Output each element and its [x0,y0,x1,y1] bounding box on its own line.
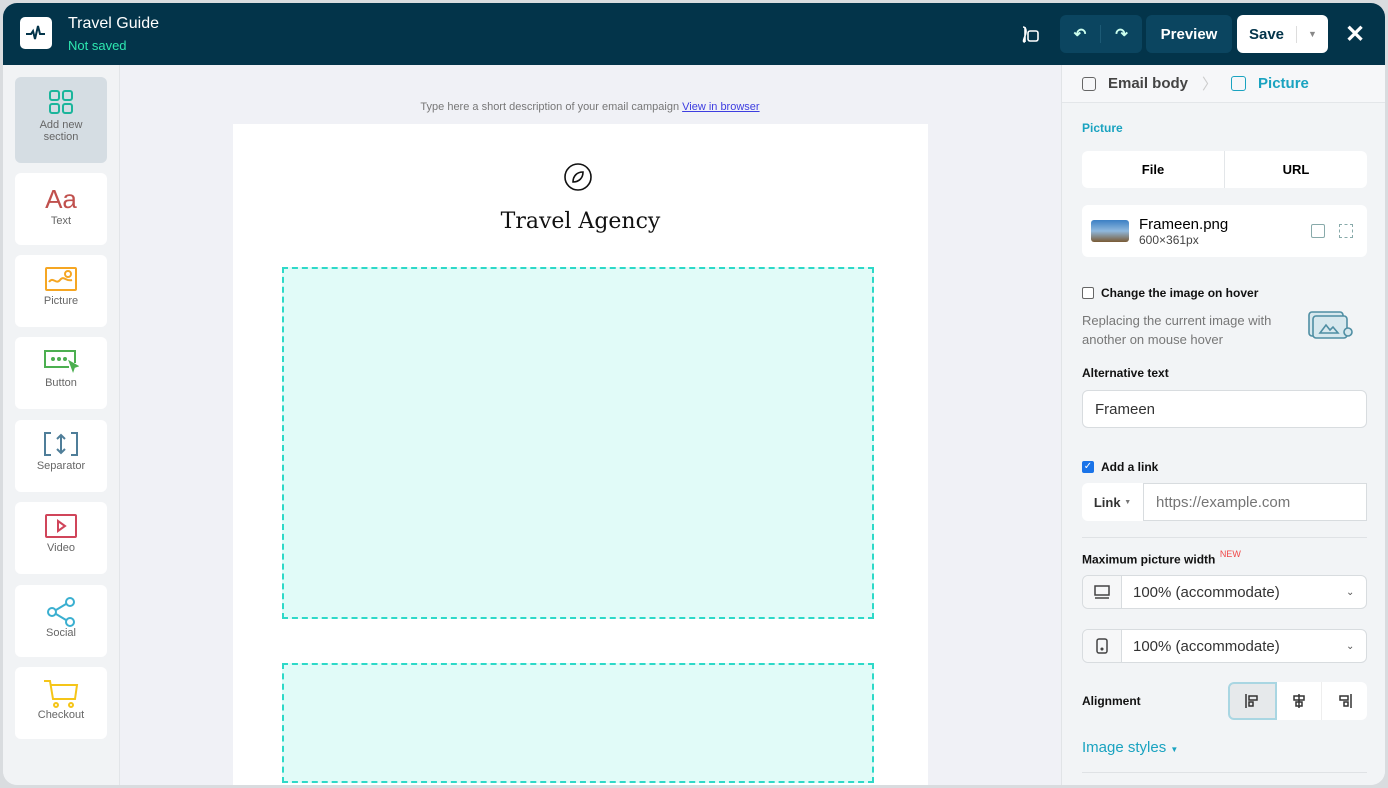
save-group: Save ▼ [1237,15,1328,53]
picture-tool[interactable]: Picture [15,255,107,327]
save-status: Not saved [68,38,127,53]
alignment-group [1228,682,1367,720]
alt-text-input[interactable]: Frameen [1082,390,1367,428]
close-button[interactable]: ✕ [1340,15,1370,53]
link-url-input[interactable] [1143,483,1367,521]
new-badge: NEW [1219,549,1241,559]
compass-logo-icon [564,163,592,191]
file-thumbnail [1091,220,1129,242]
hover-label: Change the image on hover [1101,286,1259,300]
save-button[interactable]: Save [1237,25,1297,43]
video-tool[interactable]: Video [15,502,107,574]
grid-icon [49,90,73,114]
source-tabs: File URL [1082,151,1367,188]
editor-window: Travel Guide Not saved ↶ ↷ Preview Save … [3,3,1385,785]
preview-button[interactable]: Preview [1146,15,1232,53]
tool-label: Checkout [37,709,85,721]
button-tool[interactable]: Button [15,337,107,409]
separator-tool[interactable]: Separator [15,420,107,492]
align-right-button[interactable] [1322,682,1367,720]
mobile-width-value: 100% (accommodate) [1133,637,1280,655]
desktop-width-value: 100% (accommodate) [1133,583,1280,601]
app-logo-icon[interactable] [20,17,52,49]
mobile-icon [1083,630,1122,662]
brand-name: Travel Agency [500,209,661,234]
preheader-text[interactable]: Type here a short description of your em… [420,101,679,113]
breadcrumb-separator: 〉 [1202,76,1218,93]
tab-url[interactable]: URL [1225,151,1367,188]
divider [1082,537,1367,538]
save-dropdown-button[interactable]: ▼ [1297,29,1328,39]
align-left-button[interactable] [1228,682,1277,720]
alignment-label: Alignment [1082,694,1141,708]
tool-label: Button [45,377,77,389]
tool-label: Text [50,215,72,227]
checkout-tool[interactable]: Checkout [15,667,107,739]
preheader: Type here a short description of your em… [120,101,1060,113]
tool-label: Separator [36,460,86,472]
text-icon: Aa [45,184,77,214]
social-tool[interactable]: Social [15,585,107,657]
section-title: Picture [1082,121,1123,135]
crop-icon[interactable] [1339,224,1353,238]
desktop-icon [1083,576,1122,608]
hover-description: Replacing the current image with another… [1082,313,1272,347]
mobile-width-select[interactable]: 100% (accommodate) ⌄ [1082,629,1367,663]
add-link-label: Add a link [1101,460,1159,474]
breadcrumb-picture[interactable]: Picture [1258,75,1309,92]
breadcrumb: Email body 〉 Picture [1062,65,1385,103]
button-icon [44,350,79,373]
email-canvas: Type here a short description of your em… [120,65,1060,785]
tab-file[interactable]: File [1082,151,1225,188]
picture-icon [1231,76,1247,91]
video-icon [45,514,77,538]
picture-placeholder[interactable] [282,267,874,619]
blocks-sidebar: Add new section Aa Text Picture Button S… [3,65,120,785]
undo-button[interactable]: ↶ [1060,25,1101,43]
align-center-button[interactable] [1277,682,1323,720]
versions-icon[interactable] [1015,15,1045,53]
file-card: Frameen.png 600×361px [1082,205,1367,257]
chevron-down-icon: ⌄ [1346,586,1355,598]
hover-image-icon [1308,311,1353,339]
picture-placeholder[interactable] [282,663,874,783]
share-icon [47,597,75,627]
alt-text-label: Alternative text [1082,366,1169,380]
image-styles-label: Image styles [1082,739,1167,756]
email-body: Travel Agency [233,124,928,785]
link-row: Link ▼ [1082,483,1367,521]
add-link-checkbox[interactable]: ✓ [1082,461,1094,473]
desktop-width-select[interactable]: 100% (accommodate) ⌄ [1082,575,1367,609]
text-tool[interactable]: Aa Text [15,173,107,245]
breadcrumb-email-body[interactable]: Email body [1108,75,1188,92]
max-width-label: Maximum picture width [1082,552,1216,567]
tool-label: Social [46,627,76,639]
picture-icon [45,267,77,291]
redo-button[interactable]: ↷ [1101,25,1142,43]
tool-label: Picture [43,295,79,307]
view-in-browser-link[interactable]: View in browser [682,101,759,113]
tool-label: Video [47,542,75,554]
undo-redo-group: ↶ ↷ [1060,15,1142,53]
chevron-down-icon: ⌄ [1346,640,1355,652]
cart-icon [44,680,79,708]
replace-upload-icon[interactable] [1311,224,1325,238]
settings-icon [1082,76,1096,91]
divider [1082,772,1367,773]
hover-checkbox[interactable] [1082,287,1094,299]
link-type-dropdown[interactable]: Link ▼ [1082,483,1143,521]
separator-icon [44,432,78,456]
tool-label: Add new section [39,119,83,143]
file-name: Frameen.png [1139,215,1229,233]
campaign-title[interactable]: Travel Guide [68,15,159,33]
image-styles-toggle[interactable]: Image styles ▼ [1082,739,1178,756]
add-section-tool[interactable]: Add new section [15,77,107,163]
link-type-value: Link [1093,494,1121,510]
header: Travel Guide Not saved ↶ ↷ Preview Save … [3,3,1385,65]
file-size: 600×361px [1139,232,1199,247]
settings-panel: Email body 〉 Picture Picture File URL Fr… [1061,65,1385,785]
